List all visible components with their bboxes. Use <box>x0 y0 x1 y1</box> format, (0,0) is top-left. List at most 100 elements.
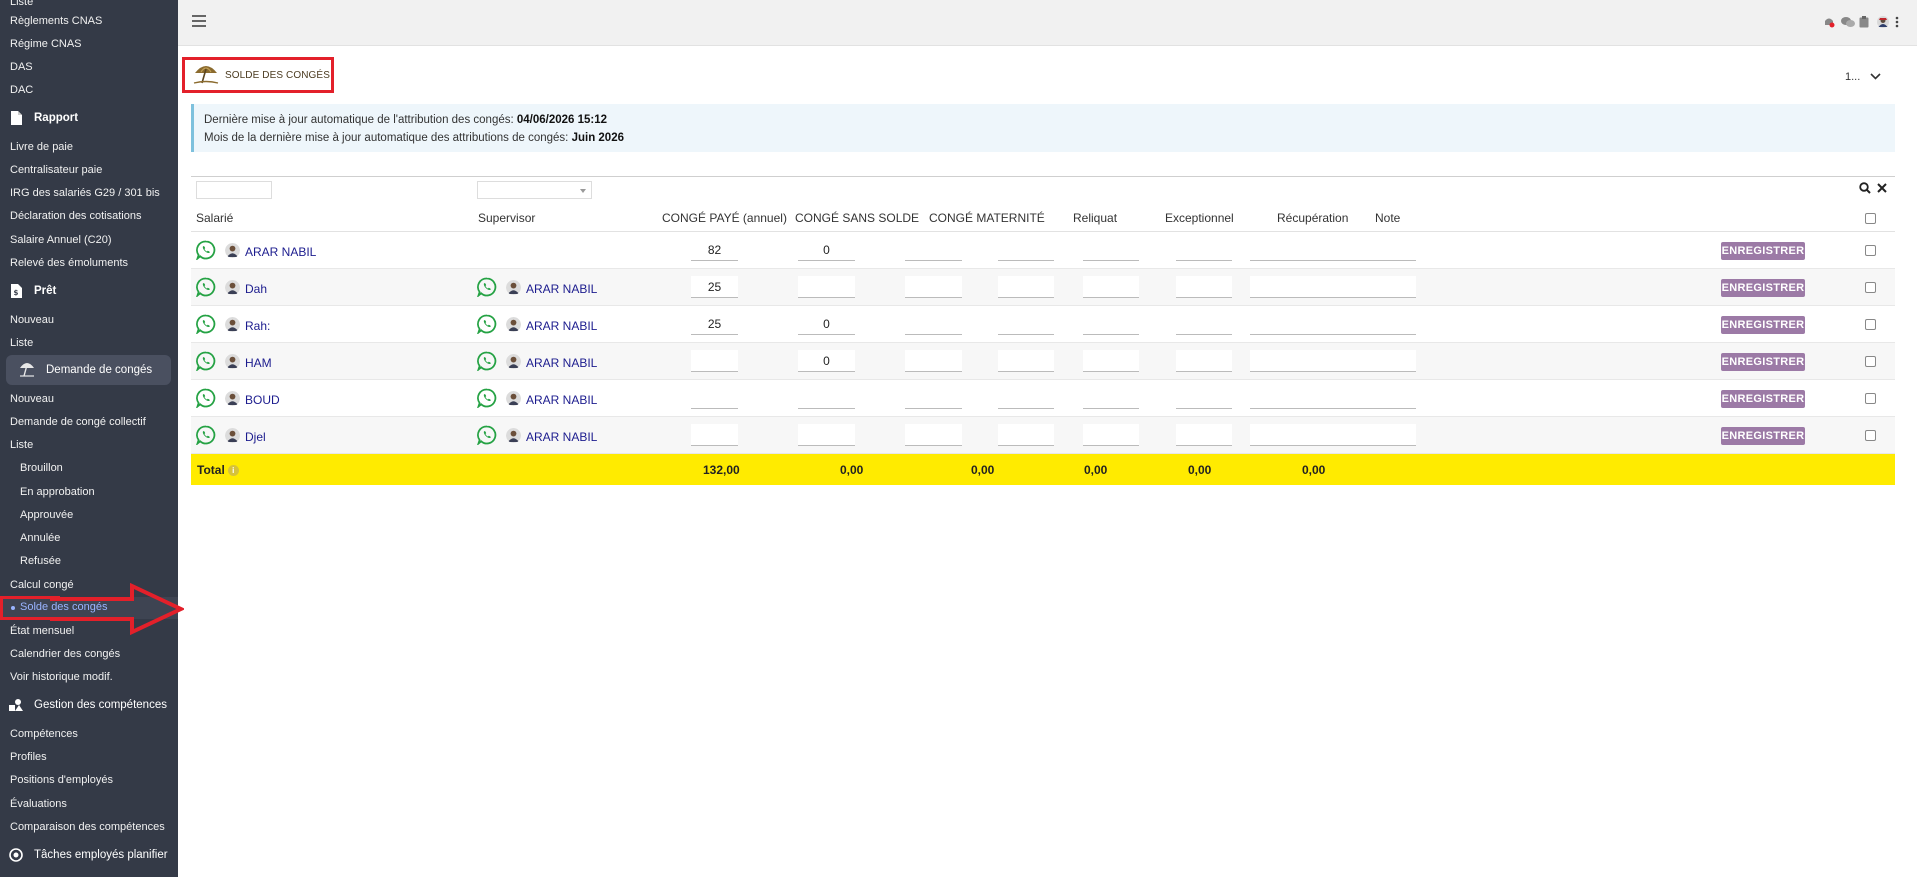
sidebar-item-reglements-cnas[interactable]: Règlements CNAS <box>10 14 102 28</box>
col-header-reliquat[interactable]: Reliquat <box>1073 211 1117 225</box>
reliquat-input[interactable] <box>998 239 1054 261</box>
whatsapp-icon[interactable] <box>195 277 216 299</box>
close-icon[interactable] <box>1877 182 1887 197</box>
col-header-conge-maternite[interactable]: CONGÉ MATERNITÉ <box>929 211 1045 225</box>
conge-maternite-input[interactable] <box>905 350 962 372</box>
conge-maternite-input[interactable] <box>905 387 962 409</box>
whatsapp-icon[interactable] <box>476 425 497 447</box>
sidebar-item-pret-nouveau[interactable]: Nouveau <box>10 313 54 327</box>
supervisor-name-link[interactable]: ARAR NABIL <box>526 282 597 296</box>
exceptionnel-input[interactable] <box>1083 424 1139 446</box>
conge-maternite-input[interactable] <box>905 424 962 446</box>
row-checkbox[interactable] <box>1865 393 1876 404</box>
info-icon[interactable]: i <box>227 465 239 477</box>
note-input[interactable] <box>1250 313 1416 335</box>
conge-paye-input[interactable]: 25 <box>691 276 738 298</box>
row-checkbox[interactable] <box>1865 430 1876 441</box>
conge-paye-input[interactable]: 82 <box>691 239 738 261</box>
recuperation-input[interactable] <box>1176 239 1232 261</box>
save-button[interactable]: ENREGISTRER <box>1721 242 1805 260</box>
sidebar-item-declaration-cotisations[interactable]: Déclaration des cotisations <box>10 209 141 223</box>
search-icon[interactable] <box>1859 182 1871 197</box>
col-header-note[interactable]: Note <box>1375 211 1400 225</box>
col-header-supervisor[interactable]: Supervisor <box>478 211 535 225</box>
salarie-filter-input[interactable] <box>196 181 272 199</box>
reliquat-input[interactable] <box>998 387 1054 409</box>
row-checkbox[interactable] <box>1865 356 1876 367</box>
employee-name-link[interactable]: Dah <box>245 282 267 296</box>
supervisor-name-link[interactable]: ARAR NABIL <box>526 319 597 333</box>
reliquat-input[interactable] <box>998 350 1054 372</box>
conge-sans-solde-input[interactable]: 0 <box>798 350 855 372</box>
note-input[interactable] <box>1250 350 1416 372</box>
recuperation-input[interactable] <box>1176 424 1232 446</box>
sidebar-item-positions[interactable]: Positions d'employés <box>10 773 113 787</box>
pager-select[interactable]: 1... <box>1845 68 1889 86</box>
employee-name-link[interactable]: Djel <box>245 430 266 444</box>
employee-name-link[interactable]: ARAR NABIL <box>245 245 316 259</box>
conge-maternite-input[interactable] <box>905 276 962 298</box>
supervisor-name-link[interactable]: ARAR NABIL <box>526 356 597 370</box>
exceptionnel-input[interactable] <box>1083 276 1139 298</box>
employee-name-link[interactable]: HAM <box>245 356 272 370</box>
conge-paye-input[interactable]: 25 <box>691 313 738 335</box>
sidebar-item-irg[interactable]: IRG des salariés G29 / 301 bis <box>10 186 160 200</box>
exceptionnel-input[interactable] <box>1083 313 1139 335</box>
user-avatar[interactable] <box>1877 16 1889 28</box>
sidebar-item-comparaison[interactable]: Comparaison des compétences <box>10 820 165 834</box>
whatsapp-icon[interactable] <box>195 351 216 373</box>
sidebar-item-liste-top[interactable]: Liste <box>10 0 33 9</box>
sidebar-item-centralisateur-paie[interactable]: Centralisateur paie <box>10 163 102 177</box>
recuperation-input[interactable] <box>1176 276 1232 298</box>
whatsapp-icon[interactable] <box>476 351 497 373</box>
whatsapp-icon[interactable] <box>195 240 216 262</box>
col-header-conge-paye[interactable]: CONGÉ PAYÉ (annuel) <box>662 211 787 225</box>
sidebar-item-das[interactable]: DAS <box>10 60 33 74</box>
whatsapp-icon[interactable] <box>476 314 497 336</box>
row-checkbox[interactable] <box>1865 282 1876 293</box>
sidebar-item-regime-cnas[interactable]: Régime CNAS <box>10 37 82 51</box>
sidebar-section-taches[interactable]: Tâches employés planifier <box>8 847 168 863</box>
sidebar-item-annulee[interactable]: Annulée <box>20 531 60 545</box>
conge-paye-input[interactable] <box>691 387 738 409</box>
row-checkbox[interactable] <box>1865 319 1876 330</box>
sidebar-item-en-approbation[interactable]: En approbation <box>20 485 95 499</box>
sidebar-item-dac[interactable]: DAC <box>10 83 33 97</box>
sidebar-item-livre-de-paie[interactable]: Livre de paie <box>10 140 73 154</box>
sidebar-item-pret-liste[interactable]: Liste <box>10 336 33 350</box>
employee-name-link[interactable]: BOUD <box>245 393 280 407</box>
conge-sans-solde-input[interactable] <box>798 387 855 409</box>
sidebar-section-demande-conges[interactable]: Demande de congés <box>6 355 171 385</box>
save-button[interactable]: ENREGISTRER <box>1721 427 1805 445</box>
col-header-exceptionnel[interactable]: Exceptionnel <box>1165 211 1234 225</box>
whatsapp-icon[interactable] <box>195 314 216 336</box>
sidebar-item-conge-collectif[interactable]: Demande de congé collectif <box>10 415 146 429</box>
note-input[interactable] <box>1250 424 1416 446</box>
sidebar-item-evaluations[interactable]: Évaluations <box>10 797 67 811</box>
save-button[interactable]: ENREGISTRER <box>1721 353 1805 371</box>
exceptionnel-input[interactable] <box>1083 239 1139 261</box>
sidebar-section-pret[interactable]: $ Prêt <box>8 283 56 299</box>
conge-maternite-input[interactable] <box>905 313 962 335</box>
conge-sans-solde-input[interactable] <box>798 424 855 446</box>
save-button[interactable]: ENREGISTRER <box>1721 390 1805 408</box>
whatsapp-icon[interactable] <box>195 388 216 410</box>
recuperation-input[interactable] <box>1176 387 1232 409</box>
sidebar-item-conges-nouveau[interactable]: Nouveau <box>10 392 54 406</box>
col-header-salarie[interactable]: Salarié <box>196 211 233 225</box>
sidebar-item-releve-emoluments[interactable]: Relevé des émoluments <box>10 256 128 270</box>
sidebar-item-calendrier-conges[interactable]: Calendrier des congés <box>10 647 120 661</box>
sidebar-item-brouillon[interactable]: Brouillon <box>20 461 63 475</box>
more-vertical-icon[interactable] <box>1895 16 1907 28</box>
sidebar-item-refusee[interactable]: Refusée <box>20 554 61 568</box>
row-checkbox[interactable] <box>1865 245 1876 256</box>
conge-paye-input[interactable] <box>691 424 738 446</box>
recuperation-input[interactable] <box>1176 350 1232 372</box>
col-header-recuperation[interactable]: Récupération <box>1277 211 1348 225</box>
clipboard-icon[interactable] <box>1859 16 1871 28</box>
sidebar-item-historique-modif[interactable]: Voir historique modif. <box>10 670 113 684</box>
reliquat-input[interactable] <box>998 276 1054 298</box>
select-all-checkbox[interactable] <box>1865 213 1876 224</box>
sidebar-item-salaire-annuel[interactable]: Salaire Annuel (C20) <box>10 233 112 247</box>
sidebar-section-competences[interactable]: Gestion des compétences <box>8 697 167 713</box>
